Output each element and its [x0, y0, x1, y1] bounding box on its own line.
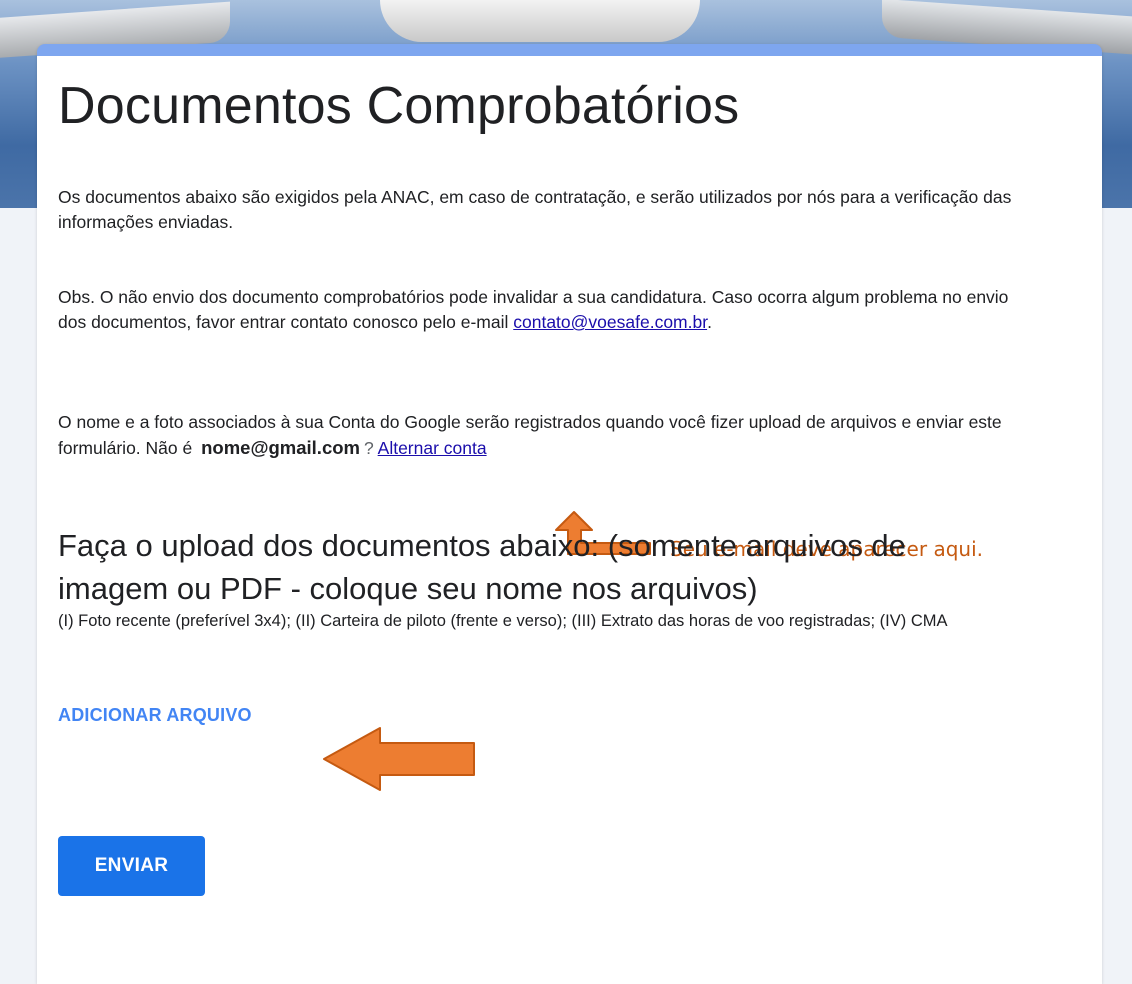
- add-file-button[interactable]: ADICIONAR ARQUIVO: [58, 705, 252, 726]
- submit-button[interactable]: ENVIAR: [58, 836, 205, 896]
- switch-account-link[interactable]: Alternar conta: [378, 438, 487, 458]
- account-notice-text: O nome e a foto associados à sua Conta d…: [58, 412, 1002, 458]
- airplane-fuselage: [380, 0, 700, 42]
- upload-question-description: (I) Foto recente (preferível 3x4); (II) …: [58, 612, 948, 630]
- obs-note-end: .: [707, 312, 712, 332]
- form-title: Documentos Comprobatórios: [58, 77, 740, 135]
- obs-note: Obs. O não envio dos documento comprobat…: [58, 285, 1018, 335]
- account-notice: O nome e a foto associados à sua Conta d…: [58, 410, 1018, 461]
- account-question-mark: ?: [364, 438, 374, 458]
- account-email: nome@gmail.com: [201, 437, 360, 458]
- annotation-arrow-left-icon: [323, 727, 475, 791]
- upload-question-title: Faça o upload dos documentos abaixo: (so…: [58, 528, 906, 606]
- contact-email-link[interactable]: contato@voesafe.com.br: [513, 312, 707, 332]
- form-description: Os documentos abaixo são exigidos pela A…: [58, 187, 1012, 232]
